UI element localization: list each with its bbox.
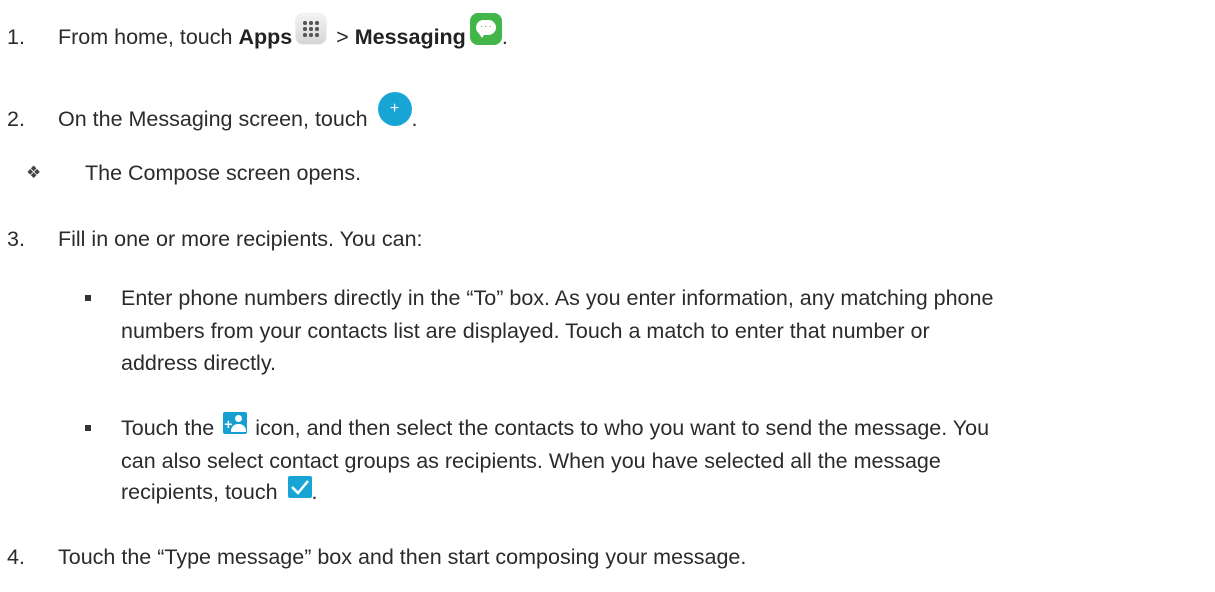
square-bullet-icon	[85, 425, 91, 431]
note-text: The Compose screen opens.	[85, 161, 362, 185]
step-text: Touch the “Type message” box and then st…	[58, 545, 747, 569]
diamond-bullet-icon: ❖	[26, 163, 42, 182]
square-bullet-icon	[85, 295, 91, 301]
plus-circle-icon: +	[377, 92, 412, 127]
add-contact-icon: +	[223, 412, 248, 435]
step-text: On the Messaging screen, touch +.	[58, 92, 418, 134]
step-1-prefix: From home, touch	[58, 25, 239, 49]
step-text: From home, touch Apps > Messaging ···.	[58, 13, 508, 52]
step-number: 1.	[7, 25, 25, 49]
step-number: 3.	[7, 227, 25, 251]
checkmark-icon	[287, 476, 312, 499]
separator: >	[330, 25, 355, 49]
step-text: Fill in one or more recipients. You can:	[58, 227, 423, 251]
apps-grid-icon	[296, 14, 327, 45]
apps-label: Apps	[238, 25, 293, 49]
step-number: 2.	[7, 107, 25, 131]
messaging-label: Messaging	[354, 25, 466, 49]
messaging-app-icon: ···	[469, 13, 502, 46]
step-number: 4.	[7, 545, 25, 569]
